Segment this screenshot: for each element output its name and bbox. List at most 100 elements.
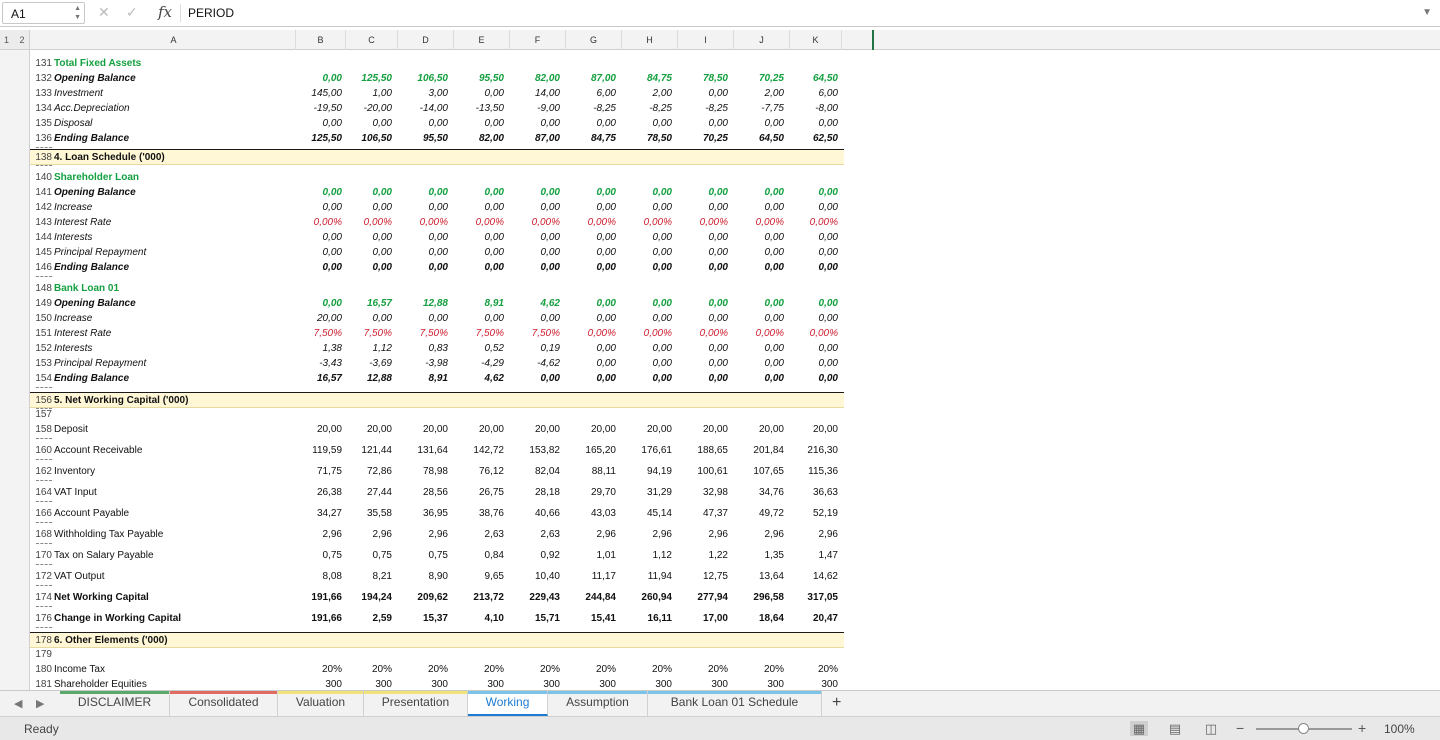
cell-value[interactable]: 45,14 [616, 508, 672, 519]
cell-value[interactable]: 0,00 [672, 202, 728, 213]
row-number[interactable]: 152 [30, 343, 52, 354]
cell-value[interactable]: 40,66 [504, 508, 560, 519]
collapsed-rows-marker[interactable] [36, 276, 52, 278]
cell-value[interactable]: 0,00 [672, 358, 728, 369]
chevron-down-icon[interactable]: ▼ [1422, 7, 1432, 18]
cell-value[interactable]: 26,38 [286, 487, 342, 498]
cell-value[interactable]: 0,00 [504, 232, 560, 243]
cell-value[interactable]: 78,50 [616, 133, 672, 144]
cell-value[interactable]: 0,00 [286, 187, 342, 198]
cell-value[interactable]: 0,00 [728, 262, 784, 273]
cell-value[interactable]: 11,94 [616, 571, 672, 582]
cell-value[interactable]: 20% [560, 664, 616, 675]
cell-value[interactable]: 0,00 [448, 247, 504, 258]
cell-value[interactable]: 15,41 [560, 613, 616, 624]
cell-value[interactable]: 0,00 [392, 247, 448, 258]
cell-value[interactable]: 300 [392, 679, 448, 690]
cell-value[interactable]: 16,57 [286, 373, 342, 384]
row-label[interactable]: VAT Input [54, 487, 97, 498]
cell-value[interactable]: -8,00 [782, 103, 838, 114]
row-label[interactable]: Total Fixed Assets [54, 58, 141, 69]
column-header-f[interactable]: F [510, 30, 566, 50]
column-header-k[interactable]: K [790, 30, 842, 50]
cell-value[interactable]: 16,57 [336, 298, 392, 309]
formula-input[interactable]: PERIOD [188, 6, 234, 20]
row-number[interactable]: 143 [30, 217, 52, 228]
cell-value[interactable]: 2,96 [286, 529, 342, 540]
row-number[interactable]: 158 [30, 424, 52, 435]
cell-value[interactable]: 20,00 [286, 424, 342, 435]
cell-value[interactable]: 0,00 [616, 343, 672, 354]
cell-value[interactable]: 229,43 [504, 592, 560, 603]
cell-value[interactable]: 0,00 [560, 313, 616, 324]
cell-value[interactable]: 78,50 [672, 73, 728, 84]
cell-value[interactable]: 0,00 [392, 262, 448, 273]
cell-value[interactable]: 0,00 [782, 232, 838, 243]
cell-value[interactable]: -8,25 [560, 103, 616, 114]
row-number[interactable]: 153 [30, 358, 52, 369]
cell-value[interactable]: 260,94 [616, 592, 672, 603]
cell-value[interactable]: 0,00 [616, 232, 672, 243]
cell-value[interactable]: 0,00% [616, 217, 672, 228]
column-header-i[interactable]: I [678, 30, 734, 50]
cell-value[interactable]: 0,00% [616, 328, 672, 339]
cell-value[interactable]: 0,00 [286, 232, 342, 243]
cell-value[interactable]: 20% [616, 664, 672, 675]
cell-value[interactable]: 0,00 [286, 247, 342, 258]
cell-value[interactable]: 0,75 [336, 550, 392, 561]
cell-value[interactable]: 0,00 [392, 232, 448, 243]
row-label[interactable]: Acc.Depreciation [54, 103, 130, 114]
cell-value[interactable]: 0,00 [672, 88, 728, 99]
cell-value[interactable]: -8,25 [616, 103, 672, 114]
row-label[interactable]: Increase [54, 202, 92, 213]
cell-value[interactable]: 20% [286, 664, 342, 675]
cell-value[interactable]: 82,00 [448, 133, 504, 144]
cell-value[interactable]: 7,50% [392, 328, 448, 339]
row-label[interactable]: Tax on Salary Payable [54, 550, 154, 561]
cell-value[interactable]: 0,00 [286, 262, 342, 273]
cell-value[interactable]: 0,00 [672, 373, 728, 384]
cell-value[interactable]: 0,00% [728, 217, 784, 228]
row-number[interactable]: 168 [30, 529, 52, 540]
outline-level-buttons[interactable]: 1 2 [0, 30, 30, 50]
row-number[interactable]: 136 [30, 133, 52, 144]
cell-value[interactable]: 72,86 [336, 466, 392, 477]
zoom-level[interactable]: 100% [1384, 722, 1415, 736]
row-label[interactable]: Interests [54, 343, 92, 354]
cell-value[interactable]: 296,58 [728, 592, 784, 603]
row-label[interactable]: Net Working Capital [54, 592, 149, 603]
cell-value[interactable]: 0,92 [504, 550, 560, 561]
row-number[interactable]: 142 [30, 202, 52, 213]
cell-value[interactable]: 31,29 [616, 487, 672, 498]
cell-value[interactable]: -3,69 [336, 358, 392, 369]
row-label[interactable]: Shareholder Loan [54, 172, 139, 183]
cell-value[interactable]: 78,98 [392, 466, 448, 477]
cell-value[interactable]: 0,00 [560, 373, 616, 384]
cell-value[interactable]: 1,00 [336, 88, 392, 99]
cell-value[interactable]: 216,30 [782, 445, 838, 456]
row-label[interactable]: Ending Balance [54, 133, 129, 144]
cell-value[interactable]: 20% [504, 664, 560, 675]
cell-value[interactable]: 107,65 [728, 466, 784, 477]
cell-value[interactable]: 7,50% [336, 328, 392, 339]
cell-value[interactable]: 2,96 [672, 529, 728, 540]
cell-value[interactable]: 0,19 [504, 343, 560, 354]
cell-value[interactable]: 0,00 [504, 262, 560, 273]
cell-value[interactable]: 1,01 [560, 550, 616, 561]
cell-value[interactable]: 213,72 [448, 592, 504, 603]
cell-value[interactable]: 300 [504, 679, 560, 690]
cell-value[interactable]: 36,95 [392, 508, 448, 519]
cell-value[interactable]: 0,00 [672, 298, 728, 309]
row-label[interactable]: Investment [54, 88, 103, 99]
cell-value[interactable]: 0,00 [560, 202, 616, 213]
row-number[interactable]: 174 [30, 592, 52, 603]
cell-value[interactable]: 12,88 [336, 373, 392, 384]
cell-value[interactable]: 26,75 [448, 487, 504, 498]
cell-value[interactable]: 1,22 [672, 550, 728, 561]
cell-value[interactable]: 20% [336, 664, 392, 675]
cell-value[interactable]: 20,00 [782, 424, 838, 435]
collapsed-rows-marker[interactable] [36, 408, 52, 410]
cell-value[interactable]: -3,43 [286, 358, 342, 369]
add-sheet-button[interactable]: + [832, 694, 841, 712]
cell-value[interactable]: 18,64 [728, 613, 784, 624]
